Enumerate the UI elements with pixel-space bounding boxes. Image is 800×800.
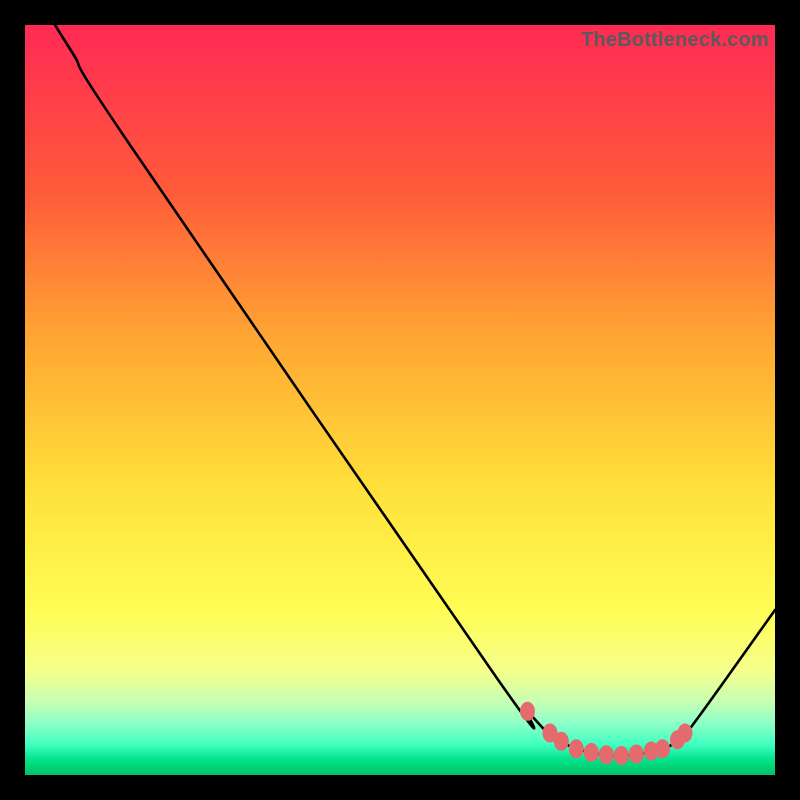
plot-area: TheBottleneck.com (25, 25, 775, 775)
curve-marker (655, 739, 670, 758)
chart-frame: TheBottleneck.com (0, 0, 800, 800)
curve-marker (599, 745, 614, 764)
curve-marker (614, 746, 629, 765)
bottleneck-curve-svg (25, 25, 775, 775)
curve-marker (520, 702, 535, 721)
curve-marker (554, 732, 569, 751)
bottleneck-curve-path (55, 25, 775, 756)
curve-marker (678, 724, 693, 743)
curve-marker (584, 743, 599, 762)
curve-marker (569, 739, 584, 758)
curve-markers (520, 702, 693, 765)
curve-marker (629, 745, 644, 764)
